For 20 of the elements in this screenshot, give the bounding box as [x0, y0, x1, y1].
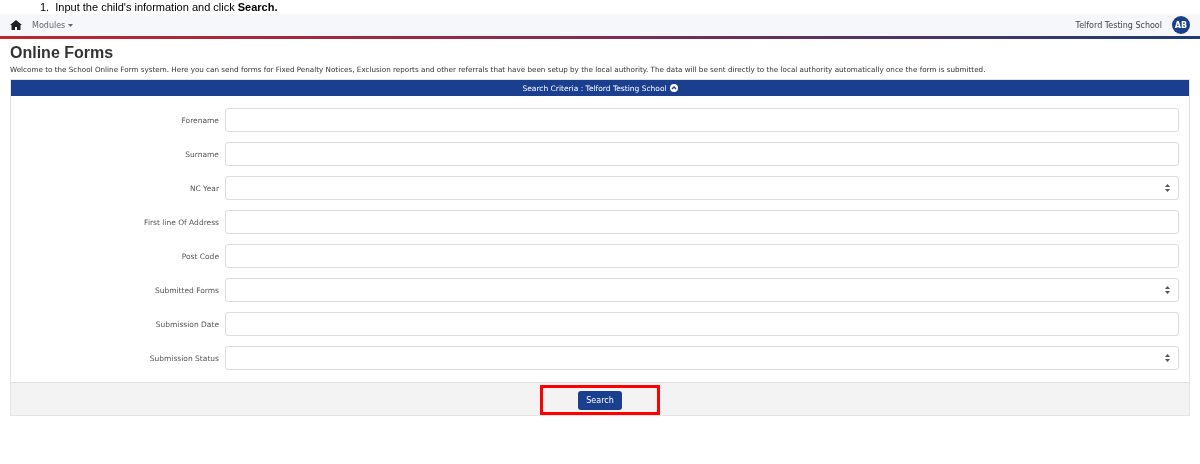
select-field[interactable] [225, 346, 1179, 370]
input-field[interactable] [225, 142, 1179, 166]
page-title: Online Forms [10, 44, 115, 62]
updown-icon [1165, 354, 1170, 362]
input-field[interactable] [225, 244, 1179, 268]
input-field[interactable] [225, 312, 1179, 336]
updown-icon [1165, 286, 1170, 294]
modules-menu[interactable]: Modules [32, 20, 74, 30]
select-field[interactable] [225, 176, 1179, 200]
home-icon[interactable] [10, 20, 22, 30]
collapse-icon[interactable] [669, 84, 678, 92]
user-avatar[interactable]: AB [1172, 16, 1190, 34]
instruction-text: 1. Input the child's information and click Search. [39, 0, 279, 14]
caret-icon [68, 23, 74, 27]
updown-icon [1165, 184, 1170, 192]
search-button[interactable]: Search [578, 390, 622, 410]
school-name: Telford Testing School [1075, 20, 1162, 30]
input-field[interactable] [225, 108, 1179, 132]
input-field[interactable] [225, 210, 1179, 234]
select-field[interactable] [225, 278, 1179, 302]
